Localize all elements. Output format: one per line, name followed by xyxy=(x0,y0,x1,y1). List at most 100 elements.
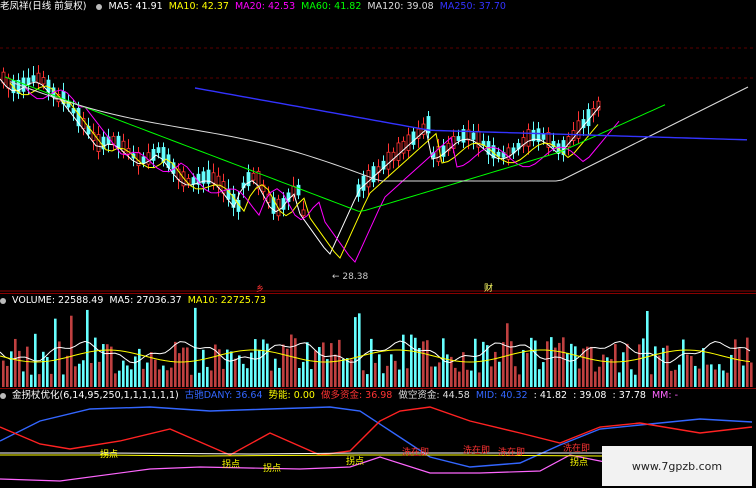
volume-bar xyxy=(154,359,157,387)
volume-bar xyxy=(254,339,257,387)
collapse-dot-icon[interactable] xyxy=(0,392,6,399)
candle-body xyxy=(406,134,411,151)
ind-item-1: 势能: 0.00 xyxy=(268,390,315,401)
volume-bar xyxy=(718,364,721,387)
volume-pane[interactable]: VOLUME: 22588.49 MA5: 27036.37 MA10: 227… xyxy=(0,293,756,388)
volume-bar xyxy=(50,373,53,387)
volume-bar xyxy=(562,337,565,387)
volume-bar xyxy=(338,339,341,387)
volume-bar xyxy=(686,354,689,387)
event-mark-1[interactable]: 乡 xyxy=(256,283,264,292)
volume-bar xyxy=(86,309,89,387)
volume-bar xyxy=(202,349,205,387)
volume-bar xyxy=(590,346,593,387)
volume-bar xyxy=(230,351,233,387)
volume-bar xyxy=(662,347,665,387)
volume-bar xyxy=(578,368,581,387)
volume-bar xyxy=(430,366,433,387)
volume-bar xyxy=(302,361,305,387)
volume-bar xyxy=(518,374,521,387)
candle-body xyxy=(301,209,306,217)
volume-bar xyxy=(598,366,601,387)
volume-bar xyxy=(466,369,469,387)
candlestick-chart[interactable] xyxy=(0,0,756,292)
volume-bar xyxy=(546,341,549,387)
volume-bar xyxy=(210,370,213,387)
volume-bar xyxy=(558,342,561,387)
volume-bar xyxy=(622,352,625,387)
volume-bar xyxy=(406,368,409,387)
volume-bar xyxy=(470,370,473,387)
volume-bar xyxy=(114,373,117,387)
volume-chart[interactable] xyxy=(0,294,756,388)
volume-bar xyxy=(750,362,753,387)
volume-bar xyxy=(178,353,181,387)
volume-bar xyxy=(362,370,365,387)
volume-bar xyxy=(394,360,397,387)
volume-bar xyxy=(742,365,745,387)
volume-bar xyxy=(82,360,85,387)
volume-bar xyxy=(670,370,673,387)
volume-bar xyxy=(638,344,641,387)
volume-bar xyxy=(650,374,653,387)
candle-body xyxy=(361,175,366,191)
ind-item-7: : 37.78 xyxy=(612,390,646,401)
volume-bar xyxy=(58,341,61,387)
volume-bar xyxy=(262,339,265,387)
volume-bar xyxy=(422,341,425,387)
indicator-pane[interactable]: 金拐杖优化(6,14,95,250,1,1,1,1,1,1) 古驰DANY: 3… xyxy=(0,388,756,488)
volume-bar xyxy=(702,348,705,387)
volume-bar xyxy=(98,361,101,387)
volume-bar xyxy=(478,372,481,387)
volume-bar xyxy=(242,363,245,387)
volume-bar xyxy=(146,362,149,387)
volume-bar xyxy=(322,342,325,387)
volume-bar xyxy=(414,337,417,387)
volume-bar xyxy=(494,351,497,387)
ma10-line xyxy=(9,82,599,259)
volume-bar xyxy=(530,337,533,387)
ind-item-3: 做空资金: 44.58 xyxy=(398,390,470,401)
volume-bar xyxy=(378,354,381,387)
volume-bar xyxy=(710,364,713,387)
volume-bar xyxy=(586,346,589,387)
volume-bar xyxy=(614,344,617,387)
volume-bar xyxy=(130,369,133,387)
candle-body xyxy=(211,172,216,184)
ma20-line xyxy=(24,86,620,263)
event-mark-2[interactable]: 财 xyxy=(484,281,493,292)
candle-body xyxy=(371,166,376,183)
pivot-label: 拐点 xyxy=(570,458,589,468)
volume-bar xyxy=(618,372,621,387)
ind-item-4: MID: 40.32 xyxy=(475,390,528,401)
volume-bar xyxy=(602,354,605,387)
volume-bar xyxy=(286,348,289,387)
ma10-label: MA10: 42.37 xyxy=(168,1,229,12)
volume-bar xyxy=(538,369,541,387)
volume-bar xyxy=(206,366,209,387)
low-price-marker: ← 28.38 xyxy=(332,272,369,282)
candle-body xyxy=(471,132,476,140)
volume-bar xyxy=(634,374,637,387)
collapse-dot-icon[interactable] xyxy=(96,3,103,10)
volume-bar xyxy=(198,372,201,387)
price-chart-pane[interactable]: 老凤祥(日线 前复权) MA5: 41.91 MA10: 42.37 MA20:… xyxy=(0,0,756,292)
volume-bar xyxy=(234,358,237,387)
volume-bar xyxy=(418,348,421,387)
pivot-label: 拐点 xyxy=(346,457,365,467)
pivot-label: 拐点 xyxy=(263,464,282,474)
volume-bar xyxy=(290,334,293,387)
volume-bar xyxy=(162,365,165,387)
indicator-name: 金拐杖优化(6,14,95,250,1,1,1,1,1,1) xyxy=(12,390,179,401)
volume-bar xyxy=(270,370,273,387)
volume-bar xyxy=(70,315,73,387)
candle-body xyxy=(96,134,101,152)
volume-bar xyxy=(142,368,145,387)
volume-bar xyxy=(110,346,113,387)
volume-bar xyxy=(346,358,349,387)
volume-bar xyxy=(350,359,353,387)
volume-bar xyxy=(726,372,729,387)
volume-bar xyxy=(186,347,189,387)
collapse-dot-icon[interactable] xyxy=(0,297,6,304)
candle-body xyxy=(411,131,416,145)
